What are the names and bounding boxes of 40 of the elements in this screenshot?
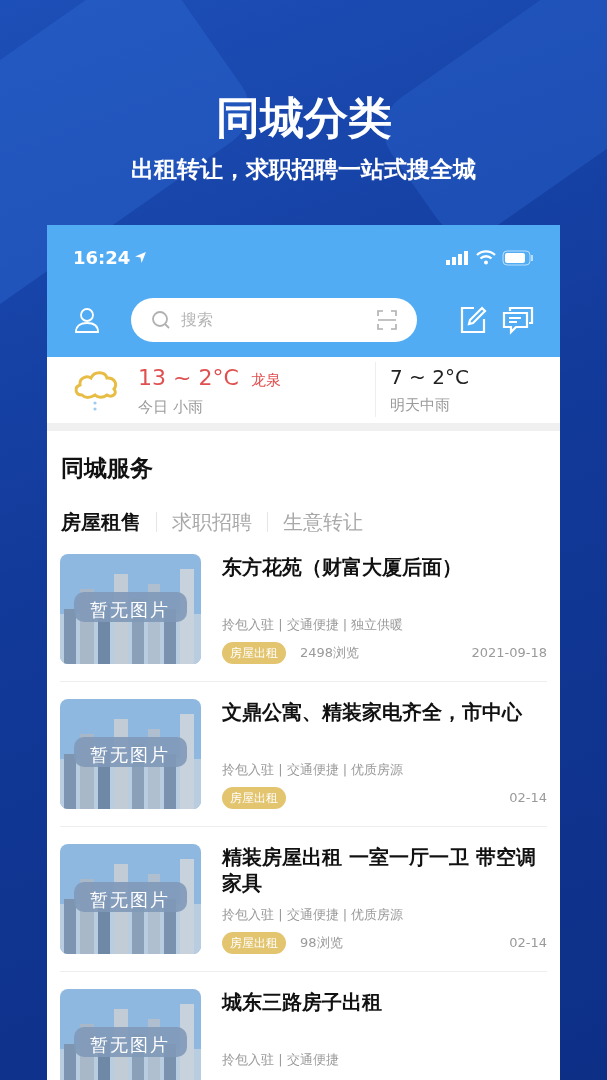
listing-title[interactable]: 城东三路房子出租	[222, 989, 547, 1015]
listing-title[interactable]: 精装房屋出租 一室一厅一卫 带空调家具	[222, 844, 547, 896]
image-placeholder-label: 暂无图片	[90, 1033, 170, 1057]
location-arrow-icon	[134, 251, 148, 264]
category-tag: 房屋出租	[222, 787, 286, 809]
battery-icon	[502, 249, 534, 266]
today-weather: 今日 小雨	[138, 396, 204, 418]
search-icon	[151, 309, 171, 330]
search-placeholder: 搜索	[181, 308, 213, 331]
listing-date: 02-14	[509, 789, 547, 808]
tomorrow-weather: 明天中雨	[390, 395, 451, 417]
section-title: 同城服务	[60, 453, 154, 483]
edit-icon[interactable]	[458, 304, 488, 335]
chat-icon[interactable]	[502, 304, 534, 335]
listing-features: 拎包入驻 | 交通便捷 | 独立供暖	[222, 615, 405, 634]
image-placeholder-label: 暂无图片	[90, 743, 170, 767]
listing-features: 拎包入驻 | 交通便捷	[222, 1050, 340, 1069]
listing-title[interactable]: 文鼎公寓、精装家电齐全，市中心	[222, 699, 547, 725]
category-tab[interactable]: 房屋租售	[61, 507, 141, 537]
listing-features: 拎包入驻 | 交通便捷 | 优质房源	[222, 760, 405, 779]
wifi-icon	[476, 250, 496, 265]
user-icon[interactable]	[73, 305, 101, 334]
category-tag: 房屋出租	[222, 642, 286, 664]
category-tag: 房屋出租	[222, 932, 286, 954]
listing-title[interactable]: 东方花苑（财富大厦后面）	[222, 554, 547, 580]
city-name[interactable]: 龙泉	[250, 368, 281, 392]
listing-date: 02-14	[509, 934, 547, 953]
headline: 同城分类	[215, 91, 392, 145]
subheadline: 出租转让，求职招聘一站式搜全城	[131, 155, 476, 184]
image-placeholder-label: 暂无图片	[90, 888, 170, 912]
listing-features: 拎包入驻 | 交通便捷 | 优质房源	[222, 905, 405, 924]
view-count: 2498浏览	[300, 644, 360, 663]
view-count: 98浏览	[300, 934, 343, 953]
status-time: 16:24	[73, 246, 131, 270]
listing-date: 2021-09-18	[471, 644, 547, 663]
image-placeholder-label: 暂无图片	[90, 598, 170, 622]
signal-icon	[446, 250, 470, 265]
scan-icon[interactable]	[377, 309, 397, 330]
today-temperature: 13 ~ 2°C	[138, 363, 239, 392]
tomorrow-temperature: 7 ~ 2°C	[390, 364, 470, 392]
